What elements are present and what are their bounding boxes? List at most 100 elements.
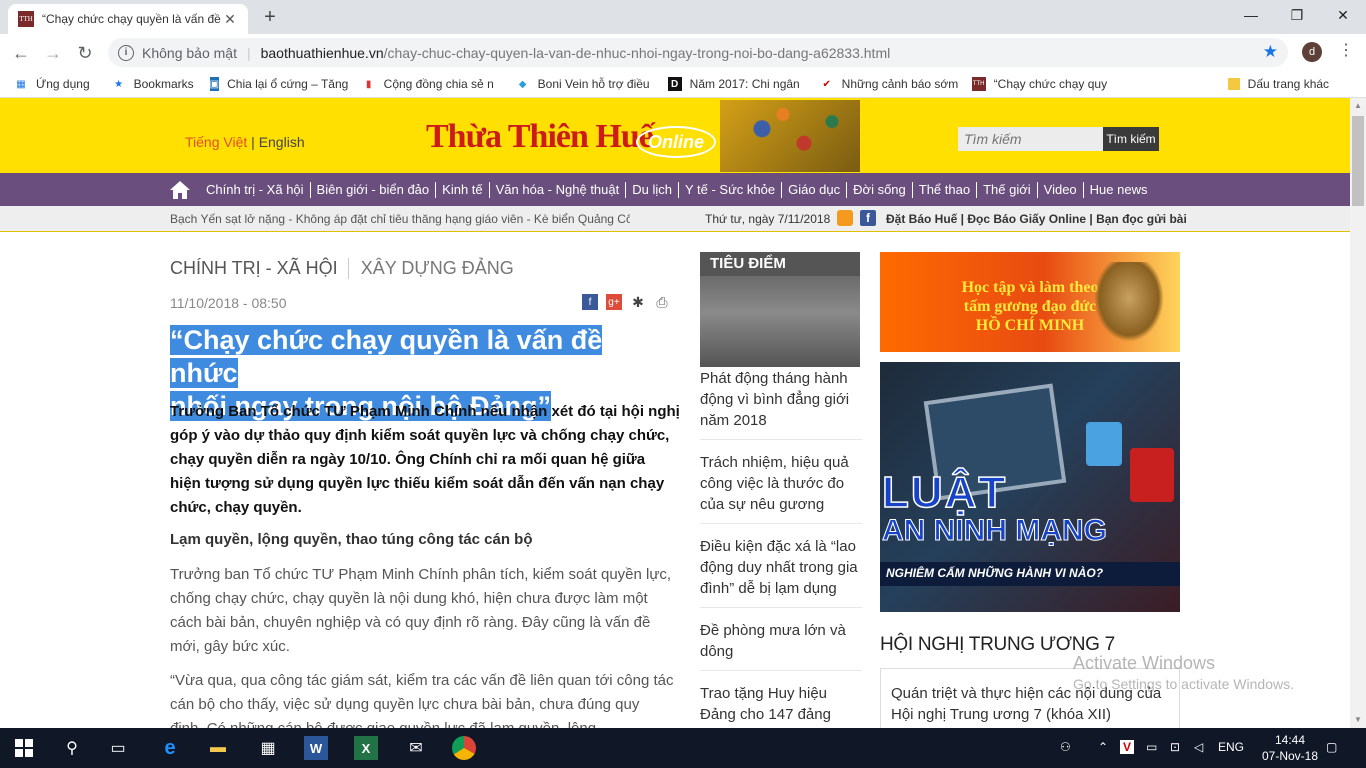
logo-artwork <box>720 100 860 172</box>
lang-vietnamese[interactable]: Tiếng Việt <box>185 134 247 150</box>
bookmark-item[interactable]: ★ Bookmarks <box>112 77 194 91</box>
address-bar[interactable]: i Không bảo mật | baothuathienhue.vn/cha… <box>108 38 1288 67</box>
search-icon[interactable]: ⚲ <box>60 736 84 760</box>
bookmark-item[interactable]: ▮ Cộng đồng chia sẻ n <box>362 77 502 91</box>
minimize-icon[interactable]: — <box>1228 0 1274 30</box>
bookmark-item[interactable]: D Năm 2017: Chi ngân <box>667 77 808 91</box>
new-tab-icon[interactable]: + <box>258 6 282 29</box>
tieudiem-item[interactable]: Trao tặng Huy hiệu Đảng cho 147 đảng <box>700 683 862 728</box>
google-plus-icon[interactable]: g+ <box>606 294 622 310</box>
publish-date: 11/10/2018 - 08:50 <box>170 295 287 311</box>
close-window-icon[interactable]: ✕ <box>1320 0 1366 30</box>
nav-item[interactable]: Văn hóa - Nghệ thuật <box>488 181 626 198</box>
nav-item[interactable]: Video <box>1036 181 1083 198</box>
nav-item[interactable]: Kinh tế <box>435 181 488 198</box>
tieudiem-item[interactable]: Đề phòng mưa lớn và dông <box>700 620 862 671</box>
scroll-down-icon[interactable]: ▼ <box>1350 712 1366 728</box>
tieudiem-item[interactable]: Phát động tháng hành động vì bình đẳng g… <box>700 368 862 440</box>
nav-item[interactable]: Chính trị - Xã hội <box>200 182 310 198</box>
lock-icon <box>1130 448 1174 502</box>
volume-icon[interactable]: ◁ <box>1194 740 1203 754</box>
search-button[interactable]: Tìm kiếm <box>1103 127 1159 151</box>
restore-icon[interactable]: ❐ <box>1274 0 1320 30</box>
nav-item[interactable]: Du lịch <box>625 181 678 198</box>
battery-icon[interactable]: ▭ <box>1146 740 1157 754</box>
article-paragraph: Trưởng ban Tổ chức TƯ Phạm Minh Chính ph… <box>170 566 672 655</box>
security-status: Không bảo mật <box>142 44 237 61</box>
url-path: /chay-chuc-chay-quyen-la-van-de-nhuc-nho… <box>383 44 891 61</box>
bookmark-item[interactable]: Dấu trang khác <box>1227 77 1329 91</box>
site-icon: D <box>667 77 682 91</box>
browser-toolbar: ← → ↻ i Không bảo mật | baothuathienhue.… <box>0 34 1366 71</box>
rss-icon[interactable] <box>837 210 853 226</box>
nav-item[interactable]: Biên giới - biển đảo <box>309 181 436 198</box>
tab-close-icon[interactable]: ✕ <box>222 11 238 28</box>
apps-grid-icon: ▦ <box>16 78 26 90</box>
search-input[interactable] <box>958 127 1103 151</box>
excel-icon[interactable]: X <box>354 736 378 760</box>
reload-icon[interactable]: ↻ <box>72 40 98 66</box>
share-icon[interactable]: ✱ <box>630 294 646 310</box>
lang-english[interactable]: English <box>259 134 305 150</box>
tieudiem-item[interactable]: Điều kiện đặc xá là “lao động duy nhất t… <box>700 536 862 608</box>
bookmark-item[interactable]: ▣ Chia lại ổ cứng – Tăng <box>209 77 348 91</box>
bookmark-star-icon[interactable]: ★ <box>1263 42 1278 62</box>
bookmark-item[interactable]: ▦ Ứng dụng <box>14 77 89 91</box>
network-icon[interactable]: ⊡ <box>1170 740 1180 754</box>
browser-tab-strip: TTH “Chạy chức chạy quyền là vấn đề ✕ + … <box>0 0 1366 34</box>
ho-chi-minh-banner[interactable]: Học tập và làm theo tấm gương đạo đức HỒ… <box>880 252 1180 352</box>
people-icon[interactable]: ⚇ <box>1060 740 1071 754</box>
tieudiem-photo[interactable] <box>700 276 860 367</box>
bookmark-item[interactable]: ◆ Boni Vein hỗ trợ điều <box>516 77 656 91</box>
scroll-up-icon[interactable]: ▲ <box>1350 98 1366 114</box>
language-switch: Tiếng Việt | English <box>185 134 305 150</box>
scroll-thumb[interactable] <box>1352 116 1364 206</box>
site-favicon-icon: TTH <box>18 11 34 27</box>
word-icon[interactable]: W <box>304 736 328 760</box>
nav-item[interactable]: Thể thao <box>911 181 976 198</box>
bookmark-item[interactable]: TTH “Chạy chức chạy quy <box>971 77 1112 91</box>
print-icon[interactable]: ⎙ <box>654 294 670 310</box>
portrait-image <box>1094 262 1164 342</box>
header-links[interactable]: Đặt Báo Huế | Đọc Báo Giấy Online | Bạn … <box>886 212 1187 226</box>
home-icon[interactable] <box>169 180 191 200</box>
antivirus-icon[interactable]: V <box>1120 740 1135 754</box>
back-icon[interactable]: ← <box>8 40 34 66</box>
logo-online-badge: Online <box>636 126 716 158</box>
tieudiem-item[interactable]: Trách nhiệm, hiệu quả công việc là thước… <box>700 452 862 524</box>
task-view-icon[interactable]: ▭ <box>106 736 130 760</box>
system-clock[interactable]: 14:44 07-Nov-18 <box>1262 732 1318 764</box>
file-explorer-icon[interactable]: ▬ <box>206 736 230 760</box>
url-host: baothuathienhue.vn <box>260 44 384 61</box>
mail-icon[interactable]: ✉ <box>404 736 428 760</box>
breadcrumb-category[interactable]: CHÍNH TRỊ - XÃ HỘI <box>170 258 349 279</box>
nav-item[interactable]: Thế giới <box>976 181 1037 198</box>
profile-avatar[interactable]: d <box>1302 42 1322 62</box>
bookmarks-bar: ▦ Ứng dụng ★ Bookmarks ▣ Chia lại ổ cứng – … <box>0 71 1366 98</box>
windows-start-icon[interactable] <box>12 736 36 760</box>
nav-item[interactable]: Y tế - Sức khỏe <box>677 181 781 198</box>
article-lead: Trưởng Ban Tổ chức TƯ Phạm Minh Chính nê… <box>170 403 680 516</box>
tray-expand-icon[interactable]: ⌃ <box>1098 740 1108 754</box>
cyber-security-law-banner[interactable]: LUẬT AN NINH MẠNG NGHIÊM CẤM NHỮNG HÀNH … <box>880 362 1180 612</box>
browser-menu-icon[interactable]: ⋮ <box>1338 40 1354 60</box>
site-logo[interactable]: Thừa Thiên Huế <box>426 118 654 156</box>
nav-item[interactable]: Đời sống <box>846 181 912 198</box>
breadcrumb-subcategory[interactable]: XÂY DỰNG ĐẢNG <box>349 258 514 279</box>
store-icon[interactable]: ▦ <box>256 736 280 760</box>
input-language[interactable]: ENG <box>1218 740 1244 754</box>
notification-icon[interactable]: ▢ <box>1326 740 1337 754</box>
news-ticker[interactable]: Bạch Yến sạt lở nặng - Không áp đặt chỉ … <box>170 212 630 226</box>
forward-icon[interactable]: → <box>40 40 66 66</box>
browser-tab[interactable]: TTH “Chạy chức chạy quyền là vấn đề ✕ <box>8 4 248 34</box>
edge-icon[interactable]: e <box>158 736 182 760</box>
info-icon[interactable]: i <box>118 44 134 61</box>
nav-item[interactable]: Hue news <box>1082 181 1154 198</box>
facebook-icon[interactable]: f <box>860 210 876 226</box>
bookmark-item[interactable]: ✔ Những cảnh báo sớm <box>820 77 960 91</box>
chrome-icon[interactable] <box>452 736 476 760</box>
nav-item[interactable]: Giáo dục <box>781 181 846 198</box>
chart-icon: ▮ <box>365 78 372 90</box>
current-date: Thứ tư, ngày 7/11/2018 <box>705 212 831 226</box>
facebook-share-icon[interactable]: f <box>582 294 598 310</box>
